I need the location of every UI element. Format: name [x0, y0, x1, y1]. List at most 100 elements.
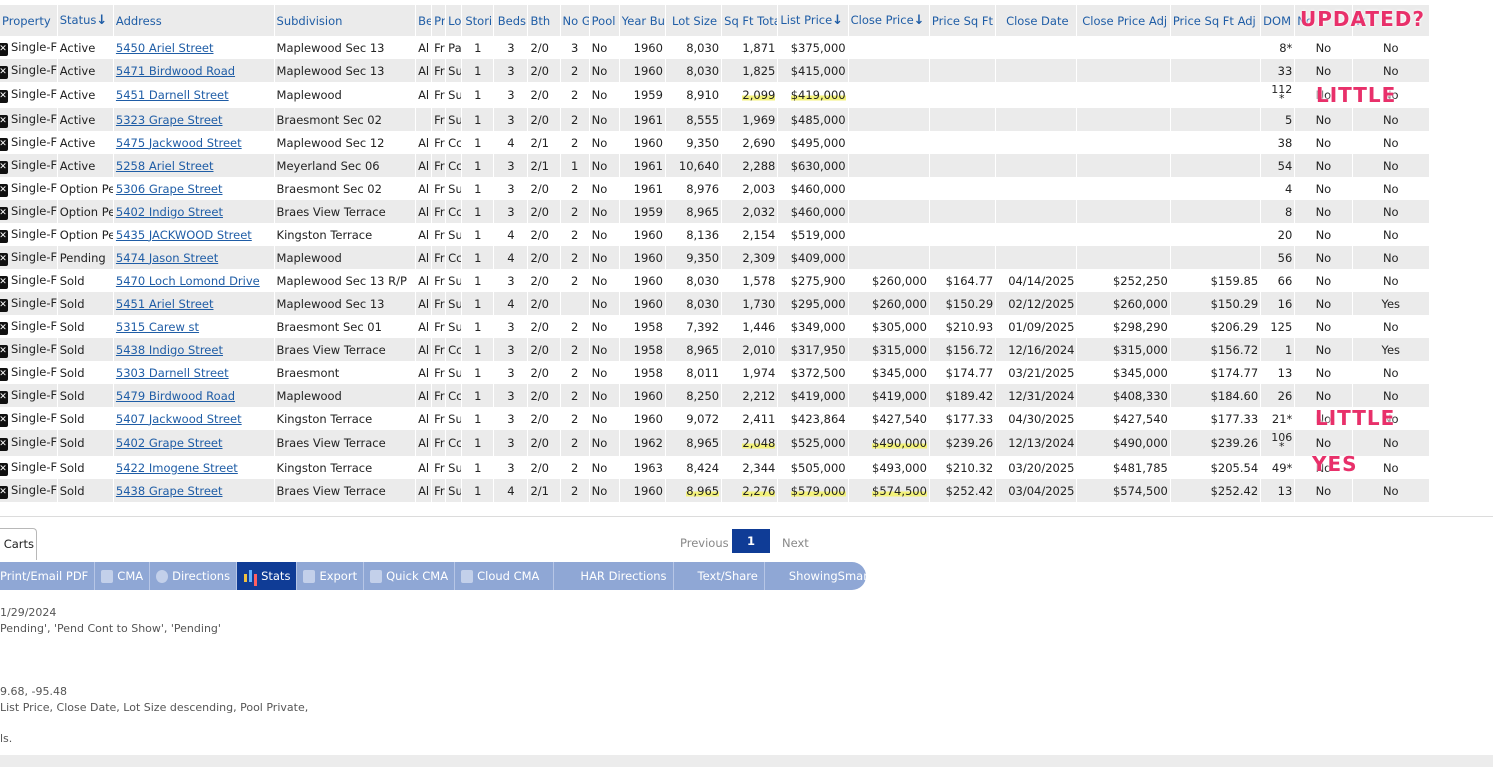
address-link[interactable]: 5422 Imogene Street [116, 461, 238, 475]
remove-icon[interactable]: ✕ [0, 206, 8, 220]
address-link[interactable]: 5435 JACKWOOD Street [116, 228, 252, 242]
cell-address[interactable]: 5402 Grape Street [113, 430, 275, 456]
address-link[interactable]: 5450 Ariel Street [116, 41, 214, 55]
column-header-sq-ft-total[interactable]: Sq Ft Total [721, 5, 779, 36]
column-header-bth[interactable]: Bth [527, 5, 561, 36]
remove-icon[interactable]: ✕ [0, 114, 8, 128]
remove-icon[interactable]: ✕ [0, 367, 8, 381]
remove-icon[interactable]: ✕ [0, 229, 8, 243]
page-1-button[interactable]: 1 [732, 529, 770, 553]
column-header-subdivision[interactable]: Subdivision [274, 5, 417, 36]
table-row[interactable]: ✕ Single-F Sold 5407 Jackwood Street Kingsto… [0, 407, 1431, 430]
remove-icon[interactable]: ✕ [0, 90, 8, 103]
previous-page-link[interactable]: Previous [680, 536, 729, 550]
table-row[interactable]: ✕ Single-F Pending 5474 Jason Street Maplewo… [0, 246, 1431, 269]
remove-icon[interactable]: ✕ [0, 438, 8, 451]
remove-icon[interactable]: ✕ [0, 344, 8, 358]
table-row[interactable]: ✕ Single-F Active 5451 Darnell Street Maplew… [0, 82, 1431, 108]
table-row[interactable]: ✕ Single-F Option Pe 5402 Indigo Street Brae… [0, 200, 1431, 223]
table-row[interactable]: ✕ Single-F Active 5258 Ariel Street Meyerlan… [0, 154, 1431, 177]
cell-address[interactable]: 5438 Grape Street [113, 479, 275, 502]
column-header-lot-size[interactable]: Lot Size [665, 5, 723, 36]
cell-address[interactable]: 5422 Imogene Street [113, 456, 275, 479]
column-header-lo[interactable]: Lo [445, 5, 463, 36]
table-row[interactable]: ✕ Single-F Active 5450 Ariel Street Maplewoo… [0, 36, 1431, 59]
column-header-price-sq-ft[interactable]: Price Sq Ft [929, 5, 997, 36]
table-row[interactable]: ✕ Single-F Sold 5315 Carew st Braesmont Sec … [0, 315, 1431, 338]
address-link[interactable]: 5474 Jason Street [116, 251, 218, 265]
address-link[interactable]: 5402 Grape Street [116, 436, 223, 450]
table-row[interactable]: ✕ Single-F Option Pe 5306 Grape Street Braes… [0, 177, 1431, 200]
quick-cma-button[interactable]: Quick CMA [364, 562, 456, 590]
showingsmart-button[interactable]: ShowingSmart [765, 562, 879, 590]
cell-address[interactable]: 5258 Ariel Street [113, 154, 275, 177]
cell-address[interactable]: 5471 Birdwood Road [113, 59, 275, 82]
cell-address[interactable]: 5475 Jackwood Street [113, 131, 275, 154]
column-header-close-price-adj[interactable]: Close Price Adj [1076, 5, 1171, 36]
table-row[interactable]: ✕ Single-F Active 5471 Birdwood Road Maplewo… [0, 59, 1431, 82]
har-directions-button[interactable]: HAR Directions [554, 562, 674, 590]
cell-address[interactable]: 5402 Indigo Street [113, 200, 275, 223]
remove-icon[interactable]: ✕ [0, 485, 8, 499]
column-header-list-price[interactable]: List Price↓ [777, 5, 849, 36]
address-link[interactable]: 5475 Jackwood Street [116, 136, 242, 150]
table-row[interactable]: ✕ Single-F Active 5475 Jackwood Street Maple… [0, 131, 1431, 154]
cell-address[interactable]: 5451 Ariel Street [113, 292, 275, 315]
column-header-status[interactable]: Status↓ [57, 5, 114, 36]
cell-address[interactable]: 5407 Jackwood Street [113, 407, 275, 430]
table-row[interactable]: ✕ Single-F Sold 5438 Grape Street Braes View… [0, 479, 1431, 502]
column-header-pr[interactable]: Pr [431, 5, 447, 36]
column-header-be[interactable]: Be [415, 5, 433, 36]
table-row[interactable]: ✕ Single-F Sold 5479 Birdwood Road Maplewood… [0, 384, 1431, 407]
cloud-cma-button[interactable]: Cloud CMA [455, 562, 555, 590]
address-link[interactable]: 5258 Ariel Street [116, 159, 214, 173]
address-link[interactable]: 5402 Indigo Street [116, 205, 223, 219]
stats-button[interactable]: Stats [237, 562, 298, 590]
cell-address[interactable]: 5323 Grape Street [113, 108, 275, 131]
remove-icon[interactable]: ✕ [0, 137, 8, 151]
column-header-beds[interactable]: Beds [493, 5, 529, 36]
address-link[interactable]: 5438 Grape Street [116, 484, 223, 498]
column-header-no-g[interactable]: No G [560, 5, 590, 36]
table-row[interactable]: ✕ Single-F Sold 5303 Darnell Street Braesmon… [0, 361, 1431, 384]
cell-address[interactable]: 5435 JACKWOOD Street [113, 223, 275, 246]
remove-icon[interactable]: ✕ [0, 413, 8, 427]
cell-address[interactable]: 5479 Birdwood Road [113, 384, 275, 407]
remove-icon[interactable]: ✕ [0, 298, 8, 312]
column-header-pool[interactable]: Pool [589, 5, 620, 36]
remove-icon[interactable]: ✕ [0, 252, 8, 266]
remove-icon[interactable]: ✕ [0, 462, 8, 476]
next-page-link[interactable]: Next [782, 536, 809, 550]
column-header-close-price[interactable]: Close Price↓ [848, 5, 930, 36]
cell-address[interactable]: 5450 Ariel Street [113, 36, 275, 59]
cell-address[interactable]: 5474 Jason Street [113, 246, 275, 269]
remove-icon[interactable]: ✕ [0, 42, 8, 56]
tab-carts[interactable]: Carts [0, 528, 37, 560]
address-link[interactable]: 5451 Darnell Street [116, 88, 229, 102]
directions-button[interactable]: Directions [150, 562, 238, 590]
print-email-pdf-button[interactable]: Print/Email PDF [0, 562, 96, 590]
address-link[interactable]: 5315 Carew st [116, 320, 199, 334]
remove-icon[interactable]: ✕ [0, 160, 8, 174]
cell-address[interactable]: 5315 Carew st [113, 315, 275, 338]
remove-icon[interactable]: ✕ [0, 390, 8, 404]
table-row[interactable]: ✕ Single-F Sold 5470 Loch Lomond Drive Maple… [0, 269, 1431, 292]
column-header-price-sq-ft-adj[interactable]: Price Sq Ft Adj [1170, 5, 1262, 36]
column-header-close-date[interactable]: Close Date [995, 5, 1078, 36]
table-row[interactable]: ✕ Single-F Sold 5422 Imogene Street Kingston… [0, 456, 1431, 479]
column-header-stori[interactable]: Stori [461, 5, 495, 36]
cell-address[interactable]: 5306 Grape Street [113, 177, 275, 200]
address-link[interactable]: 5471 Birdwood Road [116, 64, 235, 78]
table-row[interactable]: ✕ Single-F Option Pe 5435 JACKWOOD Street Ki… [0, 223, 1431, 246]
address-link[interactable]: 5470 Loch Lomond Drive [116, 274, 260, 288]
cell-address[interactable]: 5303 Darnell Street [113, 361, 275, 384]
address-link[interactable]: 5306 Grape Street [116, 182, 223, 196]
table-row[interactable]: ✕ Single-F Sold 5451 Ariel Street Maplewood … [0, 292, 1431, 315]
remove-icon[interactable]: ✕ [0, 183, 8, 197]
address-link[interactable]: 5323 Grape Street [116, 113, 223, 127]
text-share-button[interactable]: Text/Share [674, 562, 765, 590]
column-header-year-bu[interactable]: Year Bu [619, 5, 666, 36]
address-link[interactable]: 5438 Indigo Street [116, 343, 223, 357]
cell-address[interactable]: 5438 Indigo Street [113, 338, 275, 361]
cell-address[interactable]: 5470 Loch Lomond Drive [113, 269, 275, 292]
